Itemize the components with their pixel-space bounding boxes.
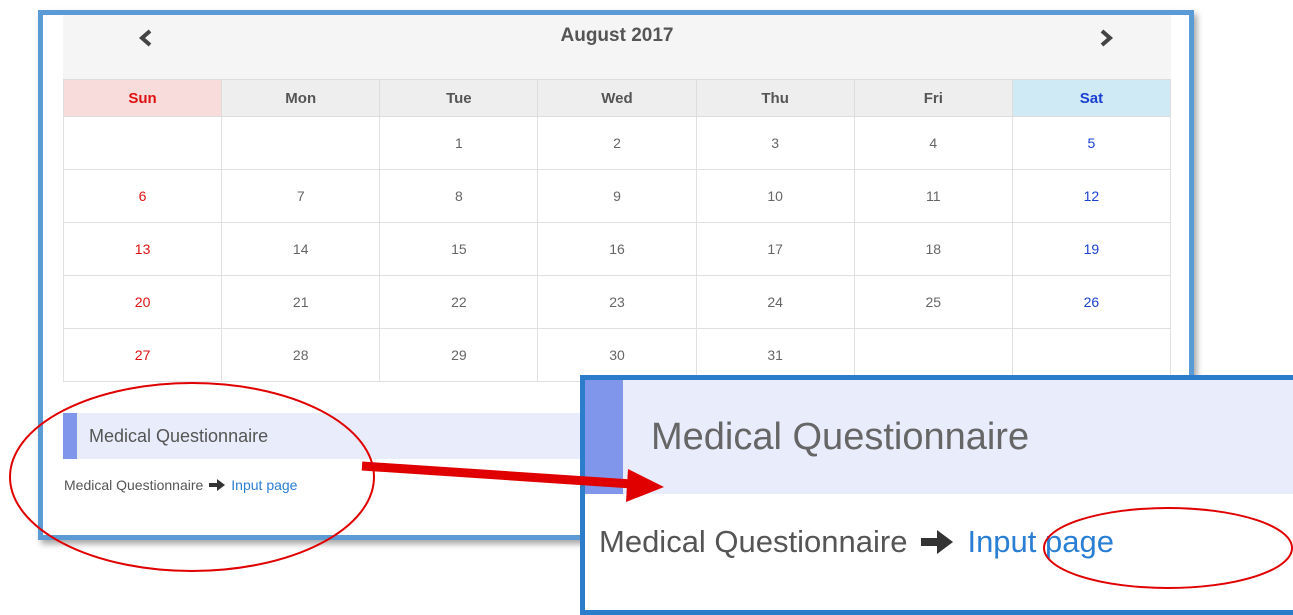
calendar-day-cell[interactable]: 28 — [221, 328, 381, 382]
zoomed-breadcrumb: Medical Questionnaire Input page — [599, 524, 1114, 560]
calendar-day-cell[interactable]: 5 — [1011, 116, 1172, 170]
weekday-tue: Tue — [379, 79, 539, 117]
calendar-day-cell[interactable]: 14 — [221, 222, 381, 276]
calendar-day-cell[interactable]: 27 — [62, 328, 223, 382]
calendar-empty-cell — [1011, 328, 1172, 382]
calendar-day-cell[interactable]: 4 — [853, 116, 1013, 170]
calendar-empty-cell — [221, 116, 381, 170]
calendar-day-cell[interactable]: 29 — [379, 328, 539, 382]
weekday-fri: Fri — [853, 79, 1013, 117]
calendar-day-cell[interactable]: 23 — [537, 275, 697, 329]
weekday-wed: Wed — [537, 79, 697, 117]
zoomed-callout: Medical Questionnaire Medical Questionna… — [580, 375, 1293, 615]
calendar-day-cell[interactable]: 10 — [695, 169, 855, 223]
calendar-week-row: 27 28 29 30 31 — [62, 328, 1172, 382]
calendar-day-cell[interactable]: 6 — [62, 169, 223, 223]
zoomed-breadcrumb-text: Medical Questionnaire — [599, 524, 908, 559]
next-month-button[interactable] — [1091, 23, 1121, 53]
calendar-day-cell[interactable]: 17 — [695, 222, 855, 276]
arrow-right-icon — [921, 530, 954, 554]
calendar-day-cell[interactable]: 19 — [1011, 222, 1172, 276]
calendar-day-cell[interactable]: 22 — [379, 275, 539, 329]
calendar-grid: Sun Mon Tue Wed Thu Fri Sat 1 2 3 4 5 6 7 8 9 10 1… — [62, 79, 1172, 382]
breadcrumb-text: Medical Questionnaire — [64, 477, 204, 493]
calendar-empty-cell — [62, 116, 223, 170]
calendar-day-cell[interactable]: 16 — [537, 222, 697, 276]
calendar-day-cell[interactable]: 2 — [537, 116, 697, 170]
calendar-day-cell[interactable]: 20 — [62, 275, 223, 329]
calendar-day-cell[interactable]: 30 — [537, 328, 697, 382]
chevron-right-icon — [1100, 29, 1114, 47]
zoomed-section-header: Medical Questionnaire — [585, 380, 1293, 494]
questionnaire-section-header: Medical Questionnaire — [63, 413, 623, 459]
calendar-day-cell[interactable]: 3 — [695, 116, 855, 170]
questionnaire-breadcrumb: Medical Questionnaire Input page — [64, 477, 297, 493]
weekday-sat: Sat — [1011, 79, 1172, 117]
calendar-day-cell[interactable]: 9 — [537, 169, 697, 223]
calendar-day-cell[interactable]: 12 — [1011, 169, 1172, 223]
calendar-day-cell[interactable]: 18 — [853, 222, 1013, 276]
input-page-link[interactable]: Input page — [231, 477, 297, 493]
calendar-day-cell[interactable]: 25 — [853, 275, 1013, 329]
calendar-day-cell[interactable]: 21 — [221, 275, 381, 329]
calendar-week-row: 6 7 8 9 10 11 12 — [62, 169, 1172, 223]
calendar-day-cell[interactable]: 31 — [695, 328, 855, 382]
weekday-header-row: Sun Mon Tue Wed Thu Fri Sat — [62, 79, 1172, 117]
calendar-day-cell[interactable]: 26 — [1011, 275, 1172, 329]
calendar-header: August 2017 — [63, 15, 1171, 79]
month-title: August 2017 — [560, 25, 674, 46]
zoomed-section-title: Medical Questionnaire — [651, 416, 1030, 458]
weekday-mon: Mon — [221, 79, 381, 117]
zoomed-input-page-link[interactable]: Input page — [967, 524, 1114, 560]
calendar-week-row: 13 14 15 16 17 18 19 — [62, 222, 1172, 276]
section-title: Medical Questionnaire — [89, 426, 269, 446]
calendar-day-cell[interactable]: 15 — [379, 222, 539, 276]
calendar-empty-cell — [853, 328, 1013, 382]
calendar-week-row: 20 21 22 23 24 25 26 — [62, 275, 1172, 329]
calendar-day-cell[interactable]: 1 — [379, 116, 539, 170]
arrow-right-icon — [209, 479, 226, 491]
calendar-day-cell[interactable]: 8 — [379, 169, 539, 223]
weekday-thu: Thu — [695, 79, 855, 117]
calendar-day-cell[interactable]: 7 — [221, 169, 381, 223]
calendar-day-cell[interactable]: 24 — [695, 275, 855, 329]
weekday-sun: Sun — [62, 79, 223, 117]
calendar-week-row: 12345 — [62, 116, 1172, 170]
calendar-day-cell[interactable]: 13 — [62, 222, 223, 276]
calendar-day-cell[interactable]: 11 — [853, 169, 1013, 223]
